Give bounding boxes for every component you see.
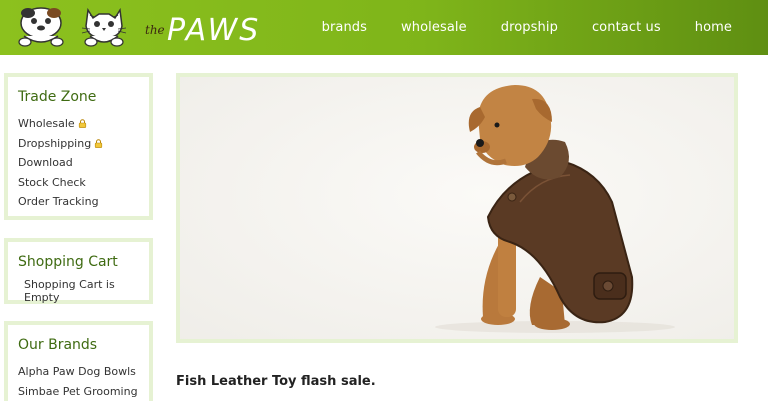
dog-mascot-icon	[18, 7, 64, 47]
promo-headline[interactable]: Fish Leather Toy flash sale.	[176, 374, 376, 389]
main-nav: brands wholesale dropship contact us hom…	[322, 0, 768, 55]
trade-zone-item-download[interactable]: Download	[18, 153, 149, 173]
hero-banner[interactable]	[176, 73, 738, 343]
dog-in-coat-image	[180, 77, 734, 339]
nav-home-link[interactable]: home	[695, 20, 732, 35]
our-brands-panel: Our Brands Alpha Paw Dog Bowls Simbae Pe…	[4, 321, 153, 401]
trade-zone-item-stock-check[interactable]: Stock Check	[18, 173, 149, 193]
trade-zone-panel: Trade Zone Wholesale Dropshipping Downlo…	[4, 73, 153, 220]
trade-zone-item-label[interactable]: Dropshipping	[18, 137, 91, 150]
trade-zone-title: Trade Zone	[18, 89, 97, 105]
cart-status: Shopping Cart is Empty	[24, 278, 115, 304]
logo-the-text: the	[145, 23, 165, 37]
trade-zone-item-order-tracking[interactable]: Order Tracking	[18, 192, 149, 212]
nav-wholesale-link[interactable]: wholesale	[401, 20, 467, 35]
nav-dropship-link[interactable]: dropship	[501, 20, 558, 35]
our-brands-title: Our Brands	[18, 337, 98, 353]
trade-zone-item-dropshipping[interactable]: Dropshipping	[18, 134, 149, 154]
trade-zone-item-label[interactable]: Wholesale	[18, 117, 75, 130]
brand-item-alpha-paw[interactable]: Alpha Paw Dog Bowls	[18, 362, 149, 382]
paws-logo[interactable]: the PAWS	[14, 4, 304, 50]
nav-brands-link[interactable]: brands	[322, 20, 367, 35]
lock-icon	[78, 119, 86, 128]
cat-mascot-icon	[81, 7, 127, 47]
nav-contact-link[interactable]: contact us	[592, 20, 661, 35]
shopping-cart-title: Shopping Cart	[18, 254, 118, 270]
brands-list: Alpha Paw Dog Bowls Simbae Pet Grooming	[18, 362, 149, 401]
site-header: the PAWS brands wholesale dropship conta…	[0, 0, 768, 55]
logo-paws-text: PAWS	[167, 13, 260, 48]
trade-zone-list: Wholesale Dropshipping Download Stock Ch…	[18, 114, 149, 212]
brand-item-simbae[interactable]: Simbae Pet Grooming	[18, 382, 149, 401]
trade-zone-item-wholesale[interactable]: Wholesale	[18, 114, 149, 134]
lock-icon	[95, 138, 103, 148]
shopping-cart-panel: Shopping Cart Shopping Cart is Empty	[4, 238, 153, 304]
